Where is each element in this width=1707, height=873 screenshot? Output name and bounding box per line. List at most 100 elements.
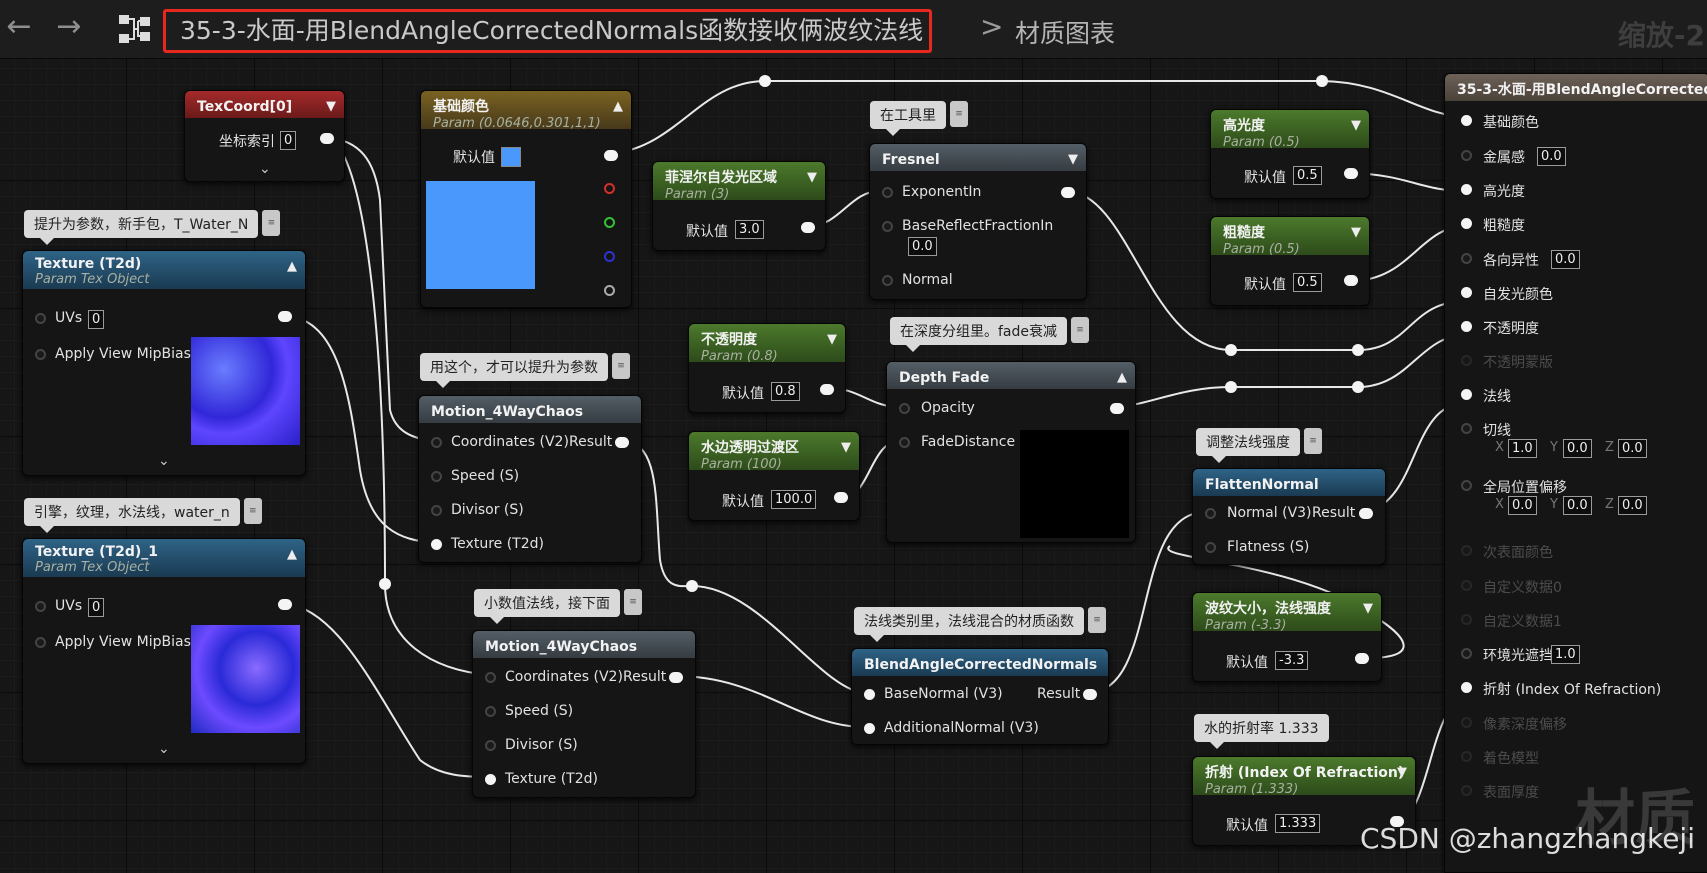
default-value-field[interactable]: 0.8 bbox=[771, 382, 800, 401]
result-input-pin[interactable] bbox=[1461, 717, 1472, 728]
uvs-input-pin[interactable] bbox=[35, 601, 46, 612]
depth-fade-node[interactable]: Depth Fade ▲ Opacity FadeDistance bbox=[886, 361, 1136, 543]
output-pin[interactable] bbox=[1344, 275, 1358, 286]
edge-transition-param-node[interactable]: 水边透明过渡区 Param (100) ▼ 默认值 100.0 bbox=[688, 431, 860, 521]
chevron-down-icon[interactable]: ▼ bbox=[1351, 118, 1361, 133]
result-input-pin[interactable] bbox=[1461, 545, 1472, 556]
roughness-param-node[interactable]: 粗糙度 Param (0.5) ▼ 默认值 0.5 bbox=[1210, 216, 1370, 306]
result-input-pin[interactable] bbox=[1461, 423, 1472, 434]
result-input-pin[interactable] bbox=[1461, 150, 1472, 161]
result-input-pin[interactable] bbox=[1461, 648, 1472, 659]
result-input-pin[interactable] bbox=[1461, 580, 1472, 591]
axis-value-field[interactable]: 0.0 bbox=[1563, 496, 1592, 515]
result-input-pin[interactable] bbox=[1461, 682, 1472, 693]
normal-input-pin[interactable] bbox=[882, 275, 893, 286]
result-input-pin[interactable] bbox=[1461, 287, 1472, 298]
default-value-field[interactable]: 0.5 bbox=[1293, 166, 1322, 185]
result-input-pin[interactable] bbox=[1461, 614, 1472, 625]
result-input-pin[interactable] bbox=[1461, 218, 1472, 229]
speed-input-pin[interactable] bbox=[431, 471, 442, 482]
chevron-up-icon[interactable]: ▲ bbox=[287, 259, 297, 274]
chevron-up-icon[interactable]: ▲ bbox=[1117, 370, 1127, 385]
flatness-input-pin[interactable] bbox=[1205, 542, 1216, 553]
result-input-pin[interactable] bbox=[1461, 355, 1472, 366]
chevron-down-icon[interactable]: ▼ bbox=[326, 99, 336, 114]
comment-bubble[interactable]: 调整法线强度 ≡ bbox=[1196, 428, 1322, 463]
base-normal-input-pin[interactable] bbox=[864, 689, 875, 700]
output-pin[interactable] bbox=[1355, 653, 1369, 664]
coord-index-value[interactable]: 0 bbox=[280, 131, 297, 150]
texture-param-node[interactable]: Texture (T2d)_1 Param Tex Object ▲ UVs 0… bbox=[22, 538, 306, 764]
result-pin-value[interactable]: 0.0 bbox=[1551, 250, 1580, 269]
result-output-pin[interactable] bbox=[669, 672, 683, 683]
comment-bubble[interactable]: 水的折射率 1.333 bbox=[1194, 714, 1329, 749]
chevron-down-icon[interactable]: ⌄ bbox=[259, 161, 271, 177]
g-output-pin[interactable] bbox=[604, 217, 615, 228]
texture-param-node[interactable]: Texture (T2d) Param Tex Object ▲ UVs 0 A… bbox=[22, 250, 306, 476]
flatten-normal-node[interactable]: FlattenNormal Normal (V3) Result Flatnes… bbox=[1192, 468, 1386, 565]
chevron-down-icon[interactable]: ▼ bbox=[1351, 225, 1361, 240]
result-pin-value[interactable]: 1.0 bbox=[1551, 645, 1580, 664]
normal-input-pin[interactable] bbox=[1205, 508, 1216, 519]
rgb-output-pin[interactable] bbox=[604, 150, 618, 161]
base-reflect-value[interactable]: 0.0 bbox=[908, 237, 937, 256]
output-pin[interactable] bbox=[1344, 168, 1358, 179]
chevron-down-icon[interactable]: ▼ bbox=[1068, 152, 1078, 167]
axis-value-field[interactable]: 0.0 bbox=[1563, 439, 1592, 458]
chevron-down-icon[interactable]: ⌄ bbox=[158, 453, 170, 469]
result-input-pin[interactable] bbox=[1461, 389, 1472, 400]
result-output-pin[interactable] bbox=[1083, 689, 1097, 700]
result-input-pin[interactable] bbox=[1461, 184, 1472, 195]
specular-param-node[interactable]: 高光度 Param (0.5) ▼ 默认值 0.5 bbox=[1210, 109, 1370, 199]
r-output-pin[interactable] bbox=[604, 183, 615, 194]
output-pin[interactable] bbox=[834, 492, 848, 503]
b-output-pin[interactable] bbox=[604, 251, 615, 262]
comment-bubble[interactable]: 引擎，纹理，水法线，water_n ≡ bbox=[24, 498, 262, 533]
arrow-left-icon[interactable]: ← bbox=[2, 10, 36, 44]
default-value-field[interactable]: -3.3 bbox=[1275, 651, 1309, 670]
result-input-pin[interactable] bbox=[1461, 751, 1472, 762]
fresnel-output-pin[interactable] bbox=[1061, 187, 1075, 198]
mipbias-input-pin[interactable] bbox=[35, 349, 46, 360]
arrow-right-icon[interactable]: → bbox=[52, 10, 86, 44]
texture-output-pin[interactable] bbox=[278, 599, 292, 610]
base-color-param-node[interactable]: 基础颜色 Param (0.0646,0.301,1,1) ▲ 默认值 bbox=[420, 90, 632, 308]
coords-input-pin[interactable] bbox=[485, 672, 496, 683]
default-value-field[interactable]: 0.5 bbox=[1293, 273, 1322, 292]
comment-bubble[interactable]: 法线类别里，法线混合的材质函数 ≡ bbox=[854, 607, 1106, 642]
texture-input-pin[interactable] bbox=[431, 539, 442, 550]
uvs-value[interactable]: 0 bbox=[88, 598, 105, 617]
chevron-down-icon[interactable]: ⌄ bbox=[158, 741, 170, 757]
chevron-down-icon[interactable]: ▼ bbox=[841, 440, 851, 455]
default-value-field[interactable]: 100.0 bbox=[771, 490, 817, 509]
uvs-value[interactable]: 0 bbox=[88, 310, 105, 329]
texture-output-pin[interactable] bbox=[278, 311, 292, 322]
blend-angle-corrected-normals-node[interactable]: BlendAngleCorrectedNormals BaseNormal (V… bbox=[851, 648, 1109, 745]
opacity-param-node[interactable]: 不透明度 Param (0.8) ▼ 默认值 0.8 bbox=[688, 323, 846, 413]
fresnel-node[interactable]: Fresnel ▼ ExponentIn BaseReflectFractionI… bbox=[869, 143, 1087, 300]
result-pin-value[interactable]: 0.0 bbox=[1537, 147, 1566, 166]
speed-input-pin[interactable] bbox=[485, 706, 496, 717]
texcoord-node[interactable]: TexCoord[0] ▼ 坐标索引 0 ⌄ bbox=[184, 90, 345, 182]
axis-value-field[interactable]: 0.0 bbox=[1618, 496, 1647, 515]
output-pin[interactable] bbox=[801, 222, 815, 233]
result-input-pin[interactable] bbox=[1461, 115, 1472, 126]
breadcrumb-asset-title[interactable]: 35-3-水面-用BlendAngleCorrectedNormals函数接收俩… bbox=[163, 9, 933, 53]
fade-distance-input-pin[interactable] bbox=[899, 437, 910, 448]
depth-fade-output-pin[interactable] bbox=[1110, 403, 1124, 414]
divisor-input-pin[interactable] bbox=[431, 505, 442, 516]
axis-value-field[interactable]: 0.0 bbox=[1508, 496, 1537, 515]
chevron-down-icon[interactable]: ▼ bbox=[827, 332, 837, 347]
default-value-field[interactable]: 3.0 bbox=[735, 220, 764, 239]
material-result-node[interactable]: 35-3-水面-用BlendAngleCorrectedNo 基础颜色 金属感 0.… bbox=[1444, 73, 1707, 873]
comment-bubble[interactable]: 用这个，才可以提升为参数 ≡ bbox=[420, 353, 630, 388]
chevron-up-icon[interactable]: ▲ bbox=[287, 547, 297, 562]
result-input-pin[interactable] bbox=[1461, 480, 1472, 491]
opacity-input-pin[interactable] bbox=[899, 403, 910, 414]
result-input-pin[interactable] bbox=[1461, 321, 1472, 332]
result-input-pin[interactable] bbox=[1461, 785, 1472, 796]
breadcrumb-material-graph[interactable]: 材质图表 bbox=[1015, 14, 1115, 50]
chevron-down-icon[interactable]: ▼ bbox=[1397, 765, 1407, 780]
motion-4way-chaos-node[interactable]: Motion_4WayChaos Coordinates (V2) Result… bbox=[472, 630, 696, 798]
divisor-input-pin[interactable] bbox=[485, 740, 496, 751]
